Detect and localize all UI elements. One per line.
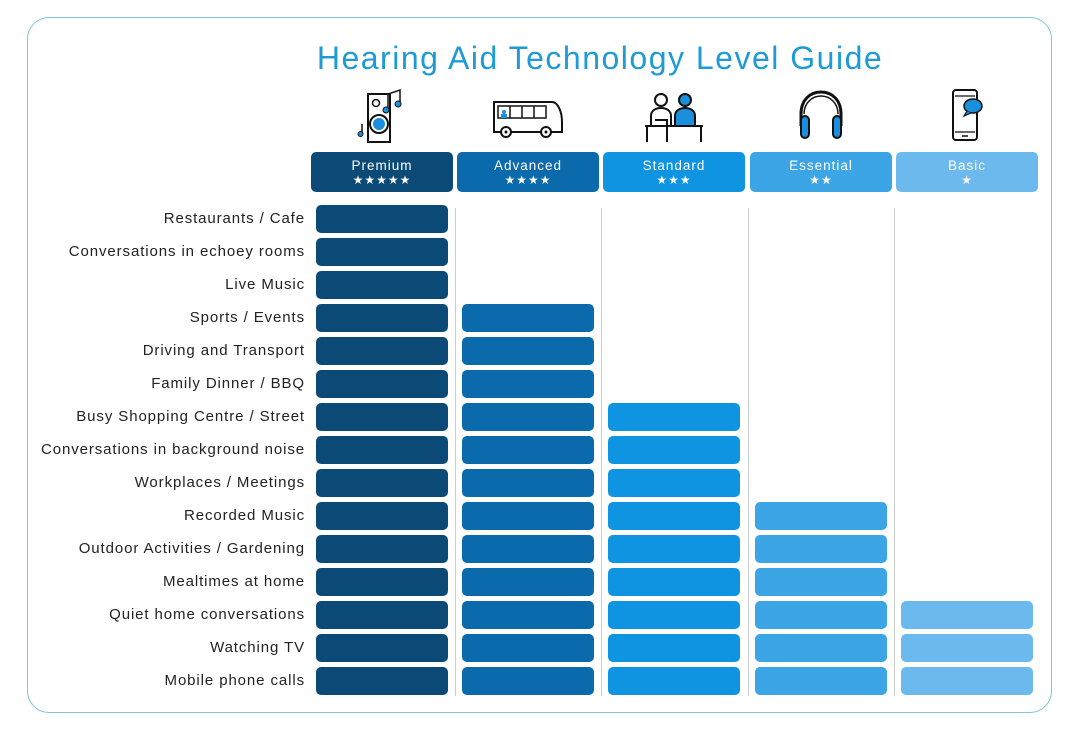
bar-advanced	[462, 337, 594, 365]
star-rating: ★	[961, 173, 973, 187]
bar-premium	[316, 568, 448, 596]
bar-premium	[316, 337, 448, 365]
bar-advanced	[462, 634, 594, 662]
bar-premium	[316, 469, 448, 497]
column-header-premium: Premium ★★★★★	[311, 152, 453, 192]
bar-standard	[608, 403, 740, 431]
bar-advanced	[462, 601, 594, 629]
bar-basic	[901, 634, 1033, 662]
bar-standard	[608, 568, 740, 596]
bar-standard	[608, 469, 740, 497]
row-label: Workplaces / Meetings	[134, 474, 305, 491]
bar-premium	[316, 535, 448, 563]
row-label: Watching TV	[210, 639, 305, 656]
bar-essential	[755, 535, 887, 563]
row-label: Mealtimes at home	[162, 573, 305, 590]
bar-premium	[316, 271, 448, 299]
headphones-icon	[750, 86, 892, 146]
bar-premium	[316, 601, 448, 629]
bar-standard	[608, 502, 740, 530]
mobile-phone-chat-icon	[896, 86, 1038, 146]
bar-essential	[755, 502, 887, 530]
column-label: Basic	[947, 158, 986, 173]
row-label: Live Music	[225, 276, 305, 293]
bar-essential	[755, 667, 887, 695]
column-divider	[601, 208, 602, 696]
bar-advanced	[462, 535, 594, 563]
column-header-advanced: Advanced ★★★★	[457, 152, 599, 192]
bar-standard	[608, 601, 740, 629]
column-header-basic: Basic ★	[896, 152, 1038, 192]
column-label: Essential	[789, 158, 853, 173]
bar-premium	[316, 205, 448, 233]
bar-premium	[316, 304, 448, 332]
bar-standard	[608, 634, 740, 662]
bar-essential	[755, 634, 887, 662]
row-label: Conversations in echoey rooms	[68, 243, 305, 260]
bar-standard	[608, 667, 740, 695]
column-label: Premium	[351, 158, 413, 173]
bar-advanced	[462, 436, 594, 464]
bus-icon	[457, 86, 599, 146]
column-header-standard: Standard ★★★	[603, 152, 745, 192]
bar-premium	[316, 403, 448, 431]
star-rating: ★★★★	[504, 173, 552, 187]
bar-advanced	[462, 469, 594, 497]
bar-premium	[316, 667, 448, 695]
column-divider	[894, 208, 895, 696]
bar-advanced	[462, 403, 594, 431]
bar-advanced	[462, 304, 594, 332]
row-label: Quiet home conversations	[109, 606, 305, 623]
bar-basic	[901, 601, 1033, 629]
row-label: Family Dinner / BBQ	[151, 375, 305, 392]
column-divider	[748, 208, 749, 696]
speaker-music-icon	[311, 86, 453, 146]
column-label: Advanced	[493, 158, 563, 173]
row-label: Recorded Music	[184, 507, 305, 524]
bar-basic	[901, 667, 1033, 695]
column-divider	[455, 208, 456, 696]
row-label: Busy Shopping Centre / Street	[76, 408, 305, 425]
star-rating: ★★★★★	[352, 173, 412, 187]
bar-advanced	[462, 667, 594, 695]
bar-standard	[608, 436, 740, 464]
row-label: Restaurants / Cafe	[163, 210, 305, 227]
chart-title: Hearing Aid Technology Level Guide	[316, 40, 884, 76]
row-label: Outdoor Activities / Gardening	[78, 540, 305, 557]
bar-standard	[608, 535, 740, 563]
bar-essential	[755, 568, 887, 596]
star-rating: ★★	[809, 173, 833, 187]
bar-premium	[316, 436, 448, 464]
column-label: Standard	[642, 158, 706, 173]
row-label: Driving and Transport	[142, 342, 305, 359]
bar-premium	[316, 634, 448, 662]
two-people-meeting-icon	[603, 86, 745, 146]
star-rating: ★★★	[656, 173, 692, 187]
bar-advanced	[462, 370, 594, 398]
bar-premium	[316, 238, 448, 266]
row-label: Sports / Events	[189, 309, 305, 326]
row-label: Conversations in background noise	[40, 441, 305, 458]
bar-essential	[755, 601, 887, 629]
bar-advanced	[462, 502, 594, 530]
bar-premium	[316, 370, 448, 398]
bar-advanced	[462, 568, 594, 596]
row-label: Mobile phone calls	[164, 672, 305, 689]
bar-premium	[316, 502, 448, 530]
column-header-essential: Essential ★★	[750, 152, 892, 192]
